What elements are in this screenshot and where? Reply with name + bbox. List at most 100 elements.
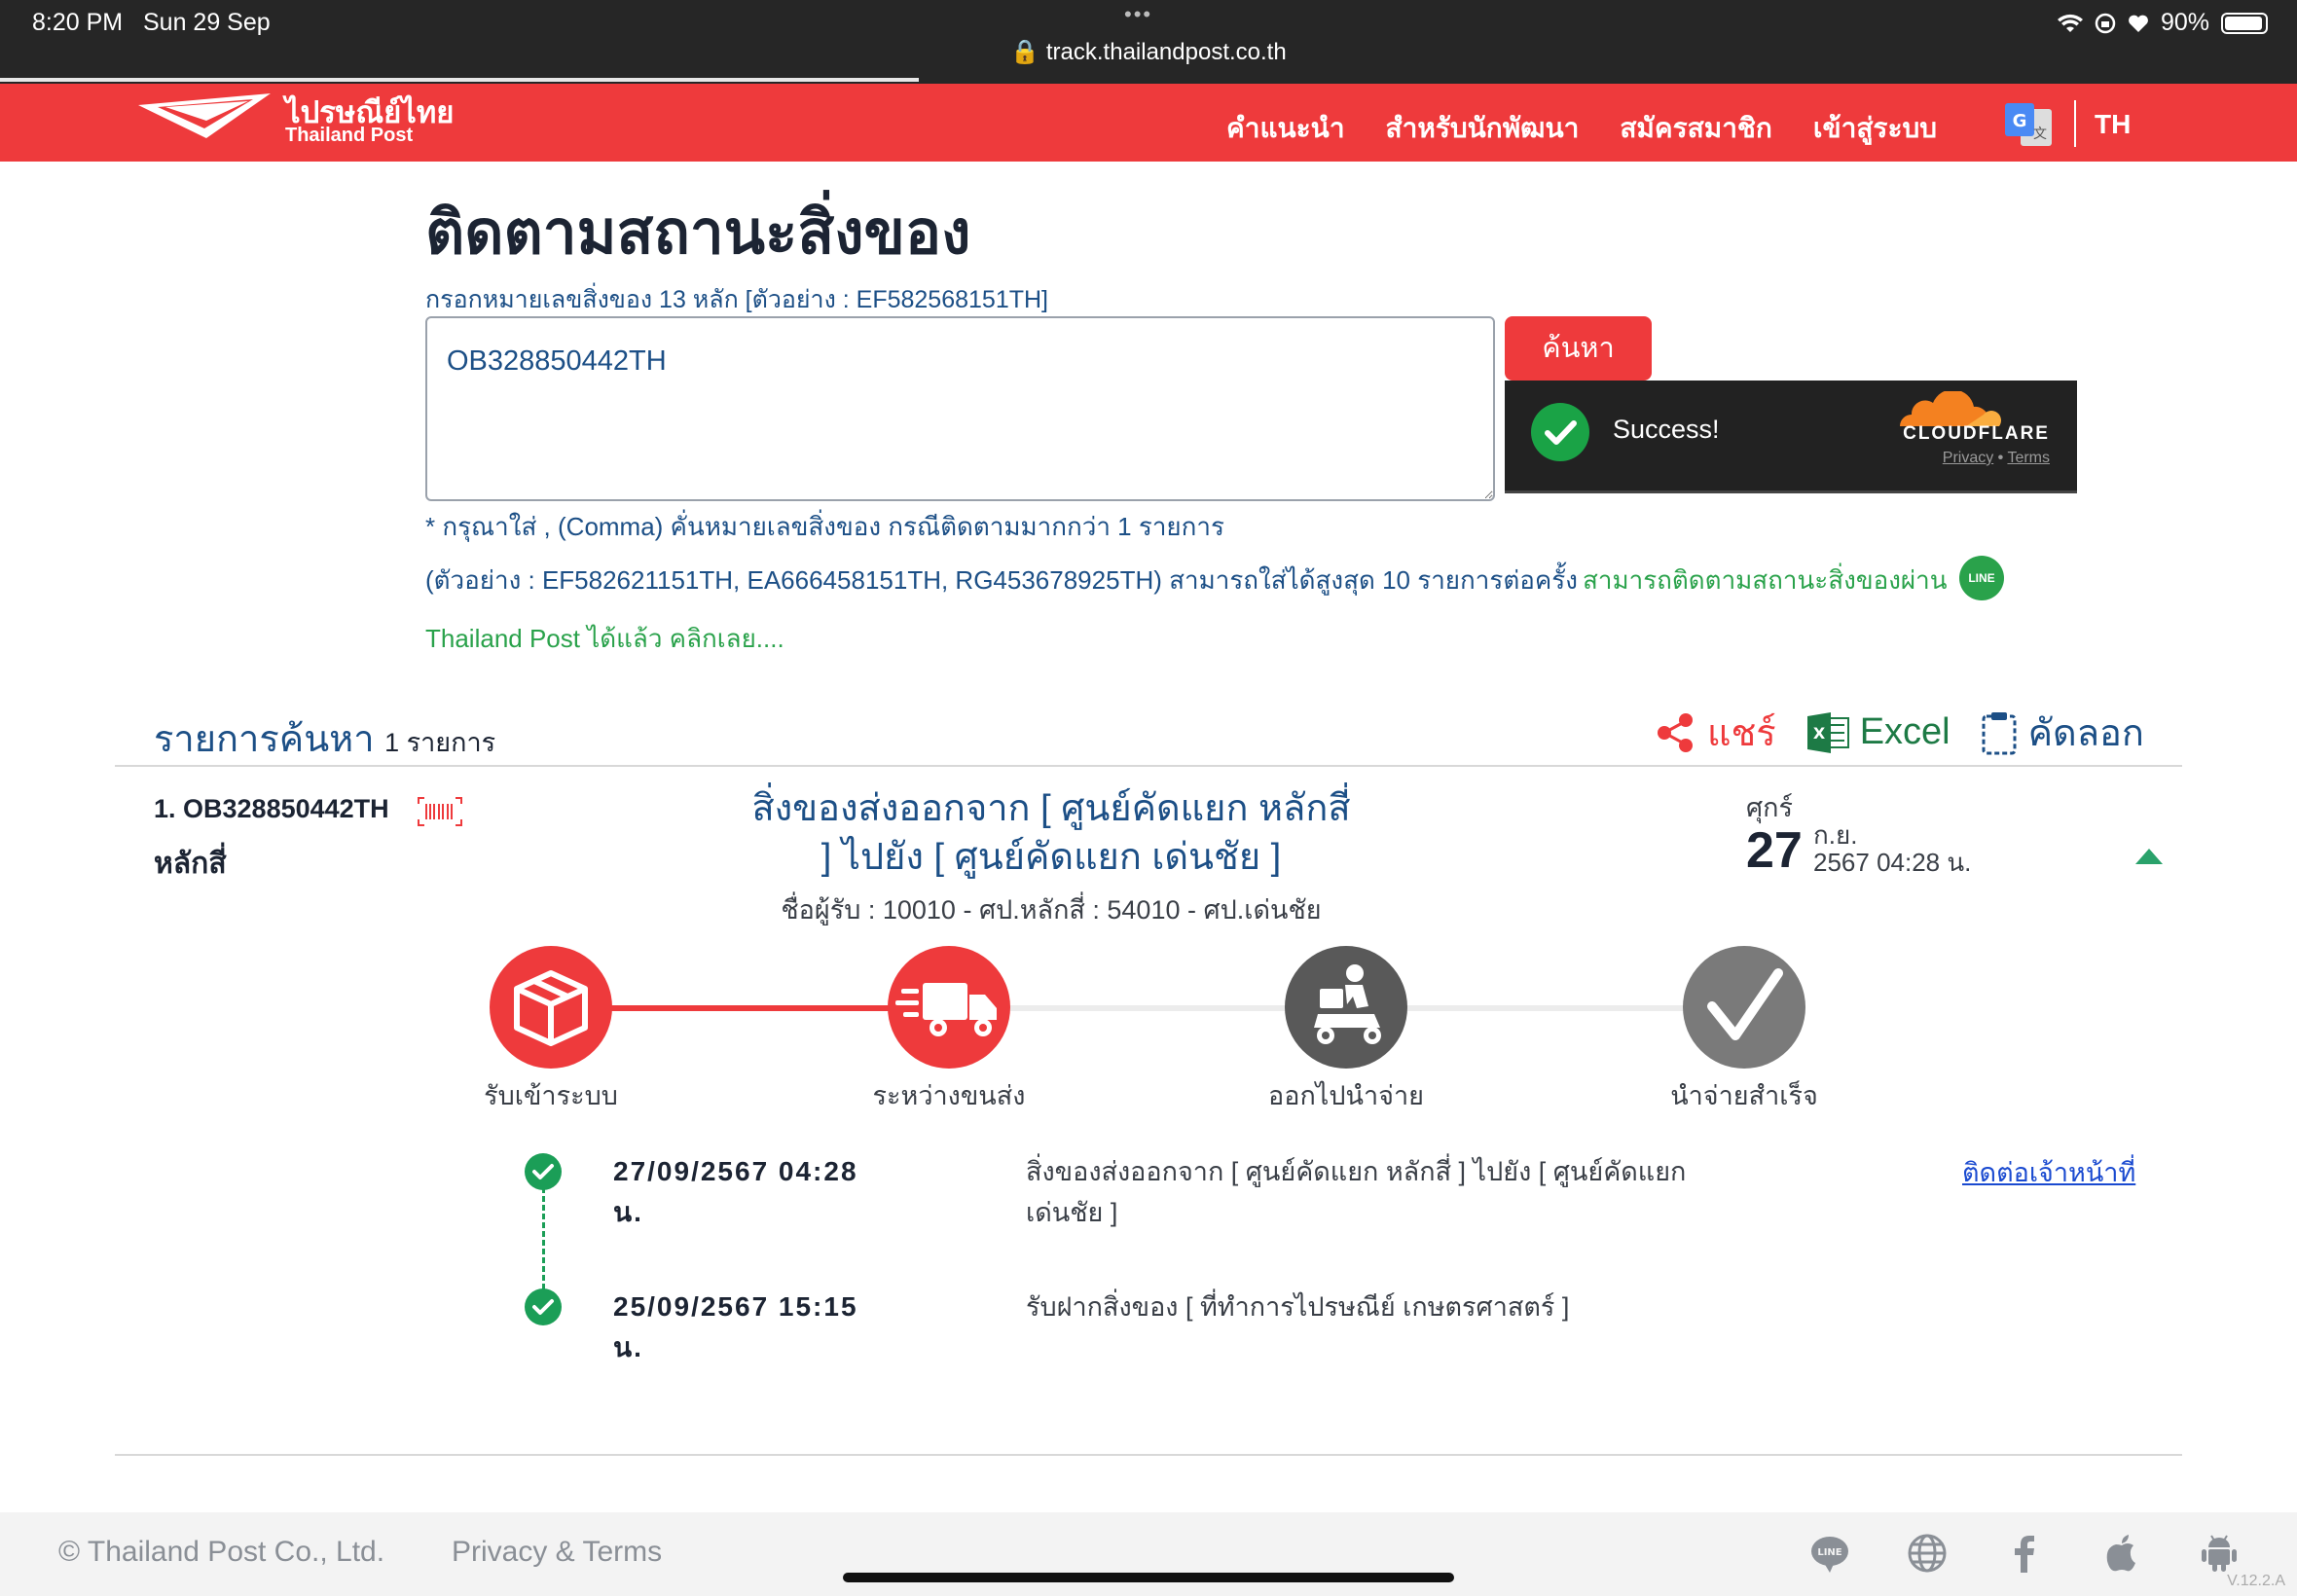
collapse-chevron-icon[interactable] bbox=[2133, 847, 2165, 866]
svg-text:文: 文 bbox=[2033, 127, 2047, 142]
tracking-number-input[interactable]: OB328850442TH bbox=[425, 316, 1495, 501]
nav-register[interactable]: สมัครสมาชิก bbox=[1620, 107, 1772, 150]
result-actions: แชร์ X Excel คัดลอก bbox=[1655, 703, 2144, 762]
captcha-terms-link[interactable]: Terms bbox=[2007, 450, 2050, 466]
contact-staff-link[interactable]: ติดต่อเจ้าหน้าที่ bbox=[1962, 1151, 2135, 1193]
share-button[interactable]: แชร์ bbox=[1655, 703, 1776, 762]
nav-guide[interactable]: คำแนะนำ bbox=[1226, 107, 1345, 150]
line-tracking-link[interactable]: สามารถติดตามสถานะสิ่งของผ่าน bbox=[1583, 561, 1948, 600]
package-icon bbox=[514, 970, 588, 1046]
timeline-date-suffix: น. bbox=[613, 1332, 643, 1362]
excel-button[interactable]: X Excel bbox=[1805, 710, 1951, 755]
timeline-date: 25/09/2567 15:15 น. bbox=[613, 1287, 858, 1368]
timeline-description: สิ่งของส่งออกจาก [ ศูนย์คัดแยก หลักสี่ ]… bbox=[1026, 1157, 1687, 1227]
results-divider bbox=[115, 765, 2182, 767]
timeline-check-icon bbox=[525, 1288, 562, 1325]
language-switch[interactable]: TH bbox=[2095, 109, 2131, 140]
item-receiver: ชื่อผู้รับ : 10010 - ศป.หลักสี่ : 54010 … bbox=[781, 895, 1322, 925]
step-label-delivered: นำจ่ายสำเร็จ bbox=[1670, 1081, 1818, 1110]
google-translate-icon[interactable]: G 文 bbox=[2003, 103, 2054, 148]
success-check-icon bbox=[1531, 403, 1589, 461]
search-hint: กรอกหมายเลขสิ่งของ 13 หลัก [ตัวอย่าง : E… bbox=[425, 286, 1048, 313]
results-title: รายการค้นหา 1 รายการ bbox=[154, 708, 495, 768]
battery-percent: 90% bbox=[2160, 9, 2209, 36]
heart-icon bbox=[2129, 15, 2148, 32]
truck-icon bbox=[895, 983, 997, 1036]
svg-text:LINE: LINE bbox=[1817, 1547, 1841, 1558]
comma-note: * กรุณาใส่ , (Comma) คั่นหมายเลขสิ่งของ … bbox=[425, 512, 1224, 541]
captcha-links: Privacy • Terms bbox=[1942, 450, 2050, 466]
cloudflare-captcha-widget[interactable]: Success! CLOUDFLARE Privacy • Terms bbox=[1505, 381, 2077, 493]
item-tracking-number: 1. OB328850442TH bbox=[154, 794, 389, 823]
brand-name-english[interactable]: Thailand Post bbox=[285, 125, 413, 147]
timeline-date: 27/09/2567 04:28 น. bbox=[613, 1151, 858, 1233]
line-icon[interactable]: LINE bbox=[1959, 556, 2004, 600]
page-load-progress bbox=[0, 78, 919, 82]
app-version: V.12.2.A bbox=[2227, 1573, 2285, 1589]
share-label: แชร์ bbox=[1707, 713, 1776, 754]
search-button[interactable]: ค้นหา bbox=[1505, 316, 1652, 381]
footer-copyright: © Thailand Post Co., Ltd. bbox=[58, 1536, 385, 1568]
nav-developers[interactable]: สำหรับนักพัฒนา bbox=[1386, 107, 1580, 150]
site-header: ไปรษณีย์ไทย Thailand Post คำแนะนำ สำหรับ… bbox=[0, 84, 2297, 162]
copy-button[interactable]: คัดลอก bbox=[1980, 703, 2144, 762]
timeline-date-value: 25/09/2567 15:15 bbox=[613, 1291, 858, 1322]
header-separator bbox=[2074, 100, 2076, 147]
status-time: 8:20 PM bbox=[32, 9, 124, 36]
status-day: 27 bbox=[1746, 822, 1803, 879]
excel-icon: X bbox=[1806, 711, 1849, 753]
svg-text:X: X bbox=[1813, 724, 1826, 743]
ios-status-bar: 8:20 PM Sun 29 Sep ••• 🔒 track.thailandp… bbox=[0, 0, 2297, 84]
step-delivered bbox=[1683, 946, 1805, 1069]
results-title-text: รายการค้นหา bbox=[154, 719, 375, 760]
battery-icon bbox=[2221, 12, 2268, 34]
cloudflare-brand: CLOUDFLARE bbox=[1903, 423, 2050, 444]
apple-icon[interactable] bbox=[2100, 1532, 2143, 1575]
timeline-description: รับฝากสิ่งของ [ ที่ทำการไปรษณีย์ เกษตรศา… bbox=[1026, 1292, 1570, 1322]
thailand-post-logo[interactable] bbox=[136, 91, 282, 150]
android-icon[interactable] bbox=[2198, 1532, 2241, 1575]
checkmark-icon bbox=[1707, 968, 1783, 1040]
item-current-status: สิ่งของส่งออกจาก [ ศูนย์คัดแยก หลักสี่ ]… bbox=[751, 788, 1351, 878]
results-bottom-divider bbox=[115, 1454, 2182, 1456]
barcode-icon[interactable] bbox=[417, 796, 463, 827]
copy-label: คัดลอก bbox=[2027, 713, 2144, 754]
facebook-icon[interactable] bbox=[2003, 1532, 2046, 1575]
rotation-lock-icon bbox=[2095, 13, 2116, 33]
example-note: (ตัวอย่าง : EF582621151TH, EA666458151TH… bbox=[425, 565, 1578, 595]
status-right: 90% bbox=[2057, 9, 2268, 37]
step-received bbox=[490, 946, 612, 1069]
site-footer: © Thailand Post Co., Ltd. Privacy & Term… bbox=[0, 1512, 2297, 1596]
nav-login[interactable]: เข้าสู่ระบบ bbox=[1813, 107, 1937, 150]
step-in-transit bbox=[888, 946, 1010, 1069]
results-count: 1 รายการ bbox=[384, 728, 496, 757]
timeline-date-suffix: น. bbox=[613, 1197, 643, 1227]
line-icon[interactable]: LINE bbox=[1808, 1532, 1851, 1575]
address-url: track.thailandpost.co.th bbox=[1045, 39, 1287, 65]
footer-privacy-link[interactable]: Privacy & Terms bbox=[452, 1536, 662, 1569]
page-title: ติดตามสถานะสิ่งของ bbox=[425, 200, 971, 267]
captcha-status: Success! bbox=[1613, 415, 1720, 444]
wifi-icon bbox=[2057, 14, 2083, 32]
home-indicator[interactable] bbox=[843, 1573, 1454, 1582]
item-origin: หลักสี่ bbox=[154, 848, 227, 880]
main-nav: คำแนะนำ สำหรับนักพัฒนา สมัครสมาชิก เข้าส… bbox=[1226, 107, 1937, 150]
excel-label: Excel bbox=[1859, 711, 1951, 752]
status-date: Sun 29 Sep bbox=[143, 9, 271, 36]
address-bar[interactable]: 🔒 track.thailandpost.co.th bbox=[1003, 38, 1294, 66]
step-label-in-transit: ระหว่างขนส่ง bbox=[872, 1081, 1026, 1110]
captcha-privacy-link[interactable]: Privacy bbox=[1943, 450, 1993, 466]
globe-icon[interactable] bbox=[1906, 1532, 1949, 1575]
timeline-connector bbox=[542, 1187, 545, 1289]
timeline-check-icon bbox=[525, 1153, 562, 1190]
svg-text:G: G bbox=[2013, 111, 2027, 131]
timeline-date-value: 27/09/2567 04:28 bbox=[613, 1156, 858, 1186]
share-icon bbox=[1658, 712, 1693, 752]
status-year-time: 2567 04:28 น. bbox=[1813, 848, 1972, 877]
delivery-scooter-icon bbox=[1314, 964, 1381, 1044]
line-tracking-link-cont[interactable]: Thailand Post ได้แล้ว คลิกเลย.... bbox=[425, 619, 784, 659]
step-label-received: รับเข้าระบบ bbox=[484, 1081, 618, 1110]
multitask-dots-icon[interactable]: ••• bbox=[1124, 2, 1152, 27]
step-label-out-for-delivery: ออกไปนำจ่าย bbox=[1268, 1081, 1424, 1110]
clipboard-icon bbox=[1982, 711, 2017, 754]
